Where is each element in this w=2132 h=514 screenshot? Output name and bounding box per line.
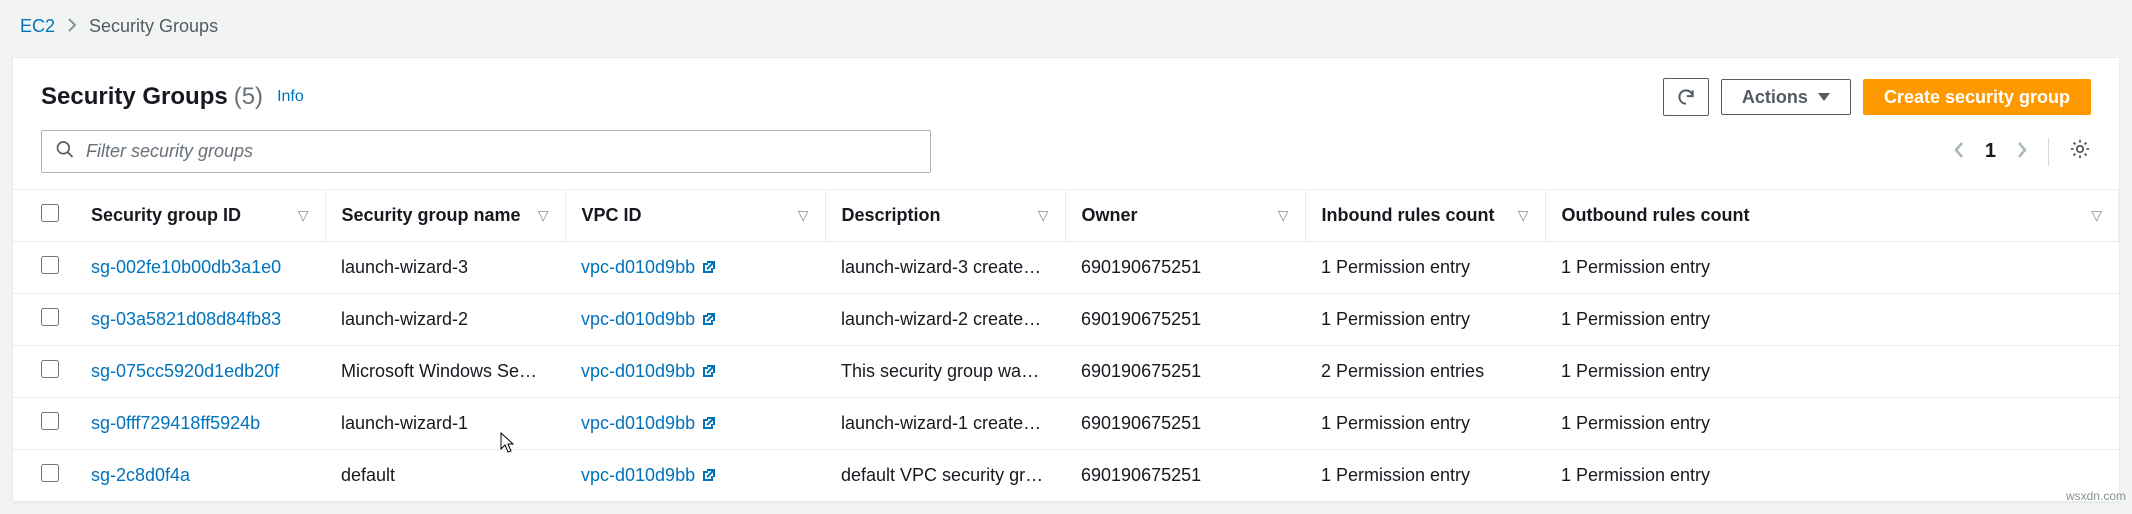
col-outbound-label[interactable]: Outbound rules count — [1562, 205, 1750, 226]
owner-cell: 690190675251 — [1065, 294, 1305, 346]
actions-dropdown[interactable]: Actions — [1721, 79, 1851, 115]
table-row: sg-2c8d0f4a default vpc-d010d9bb default VP… — [13, 450, 2119, 502]
sort-icon[interactable]: ▽ — [2091, 207, 2102, 224]
table-header-row: Security group ID▽ Security group name▽ … — [13, 190, 2119, 242]
outbound-cell: 1 Permission entry — [1545, 242, 2119, 294]
actions-label: Actions — [1742, 88, 1808, 106]
description-cell: launch-wizard-3 create… — [825, 242, 1065, 294]
external-link-icon — [701, 467, 717, 483]
sg-name-cell: Microsoft Windows Se… — [325, 346, 565, 398]
row-checkbox[interactable] — [41, 412, 59, 430]
outbound-cell: 1 Permission entry — [1545, 294, 2119, 346]
owner-cell: 690190675251 — [1065, 242, 1305, 294]
panel-header: Security Groups (5) Info Actions Create … — [13, 58, 2119, 120]
col-inbound-label[interactable]: Inbound rules count — [1322, 205, 1495, 226]
sg-id-link[interactable]: sg-002fe10b00db3a1e0 — [91, 257, 281, 277]
resource-count: (5) — [234, 83, 263, 111]
row-checkbox[interactable] — [41, 360, 59, 378]
vpc-id-link[interactable]: vpc-d010d9bb — [581, 309, 695, 329]
attribution-text: wsxdn.com — [2066, 489, 2126, 503]
table-row: sg-002fe10b00db3a1e0 launch-wizard-3 vpc-d… — [13, 242, 2119, 294]
inbound-cell: 2 Permission entries — [1305, 346, 1545, 398]
description-cell: default VPC security gr… — [825, 450, 1065, 502]
sort-icon[interactable]: ▽ — [298, 207, 309, 224]
sg-name-cell: launch-wizard-1 — [325, 398, 565, 450]
vpc-id-link[interactable]: vpc-d010d9bb — [581, 361, 695, 381]
search-container — [41, 130, 931, 173]
inbound-cell: 1 Permission entry — [1305, 242, 1545, 294]
page-title: Security Groups — [41, 83, 228, 111]
description-cell: This security group wa… — [825, 346, 1065, 398]
select-all-checkbox[interactable] — [41, 204, 59, 222]
external-link-icon — [701, 363, 717, 379]
outbound-cell: 1 Permission entry — [1545, 450, 2119, 502]
breadcrumb-root[interactable]: EC2 — [20, 16, 55, 37]
row-checkbox[interactable] — [41, 256, 59, 274]
owner-cell: 690190675251 — [1065, 346, 1305, 398]
inbound-cell: 1 Permission entry — [1305, 450, 1545, 502]
chevron-right-icon — [67, 16, 77, 37]
col-name-label[interactable]: Security group name — [342, 205, 521, 226]
external-link-icon — [701, 415, 717, 431]
header-actions: Actions Create security group — [1663, 78, 2091, 116]
table-row: sg-0fff729418ff5924b launch-wizard-1 vpc-d… — [13, 398, 2119, 450]
info-link[interactable]: Info — [277, 88, 304, 106]
current-page: 1 — [1985, 140, 1996, 163]
sort-icon[interactable]: ▽ — [538, 207, 549, 224]
col-owner-label[interactable]: Owner — [1082, 205, 1138, 226]
create-security-group-button[interactable]: Create security group — [1863, 79, 2091, 115]
prev-page-button[interactable] — [1953, 139, 1965, 165]
gear-icon — [2069, 138, 2091, 160]
sg-id-link[interactable]: sg-0fff729418ff5924b — [91, 413, 260, 433]
refresh-icon — [1676, 87, 1696, 107]
owner-cell: 690190675251 — [1065, 398, 1305, 450]
search-icon — [55, 139, 75, 164]
settings-button[interactable] — [2069, 138, 2091, 166]
sort-icon[interactable]: ▽ — [798, 207, 809, 224]
sort-icon[interactable]: ▽ — [1038, 207, 1049, 224]
col-vpc-label[interactable]: VPC ID — [582, 205, 642, 226]
external-link-icon — [701, 311, 717, 327]
sort-icon[interactable]: ▽ — [1518, 207, 1529, 224]
external-link-icon — [701, 259, 717, 275]
row-checkbox[interactable] — [41, 308, 59, 326]
breadcrumb: EC2 Security Groups — [0, 0, 2132, 49]
sg-name-cell: default — [325, 450, 565, 502]
description-cell: launch-wizard-1 create… — [825, 398, 1065, 450]
sort-icon[interactable]: ▽ — [1278, 207, 1289, 224]
sg-name-cell: launch-wizard-3 — [325, 242, 565, 294]
inbound-cell: 1 Permission entry — [1305, 294, 1545, 346]
col-sgid-label[interactable]: Security group ID — [91, 205, 241, 226]
sg-id-link[interactable]: sg-075cc5920d1edb20f — [91, 361, 279, 381]
security-groups-table: Security group ID▽ Security group name▽ … — [13, 189, 2119, 501]
pagination: 1 — [1953, 138, 2091, 166]
row-checkbox[interactable] — [41, 464, 59, 482]
next-page-button[interactable] — [2016, 139, 2028, 165]
caret-down-icon — [1818, 93, 1830, 101]
col-desc-label[interactable]: Description — [842, 205, 941, 226]
outbound-cell: 1 Permission entry — [1545, 346, 2119, 398]
security-groups-panel: Security Groups (5) Info Actions Create … — [12, 57, 2120, 502]
breadcrumb-current: Security Groups — [89, 16, 218, 37]
toolbar: 1 — [13, 120, 2119, 189]
owner-cell: 690190675251 — [1065, 450, 1305, 502]
vpc-id-link[interactable]: vpc-d010d9bb — [581, 413, 695, 433]
table-row: sg-03a5821d08d84fb83 launch-wizard-2 vpc-d… — [13, 294, 2119, 346]
divider — [2048, 138, 2049, 166]
vpc-id-link[interactable]: vpc-d010d9bb — [581, 257, 695, 277]
refresh-button[interactable] — [1663, 78, 1709, 116]
outbound-cell: 1 Permission entry — [1545, 398, 2119, 450]
sg-id-link[interactable]: sg-03a5821d08d84fb83 — [91, 309, 281, 329]
search-input[interactable] — [41, 130, 931, 173]
inbound-cell: 1 Permission entry — [1305, 398, 1545, 450]
table-row: sg-075cc5920d1edb20f Microsoft Windows Se… — [13, 346, 2119, 398]
sg-id-link[interactable]: sg-2c8d0f4a — [91, 465, 190, 485]
description-cell: launch-wizard-2 create… — [825, 294, 1065, 346]
sg-name-cell: launch-wizard-2 — [325, 294, 565, 346]
vpc-id-link[interactable]: vpc-d010d9bb — [581, 465, 695, 485]
